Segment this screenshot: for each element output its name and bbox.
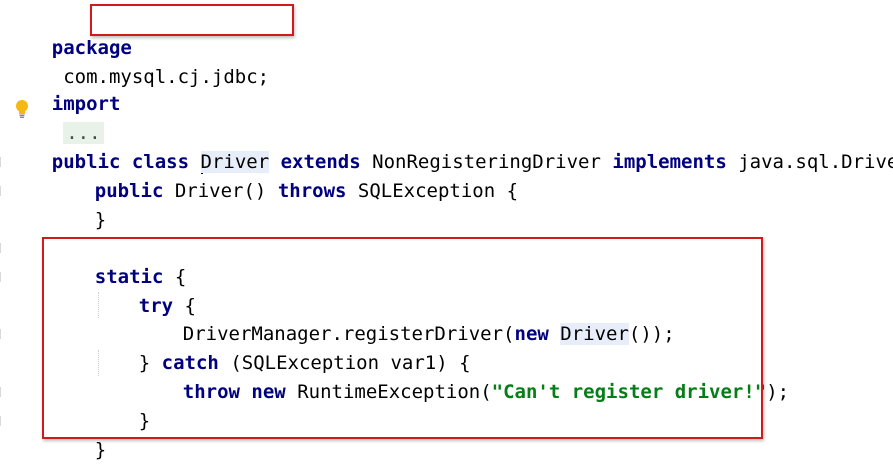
fold-marker[interactable]	[0, 272, 4, 282]
class-close-line[interactable]: }	[6, 436, 63, 469]
fold-marker[interactable]	[0, 157, 4, 167]
indent-guide	[98, 292, 99, 318]
fold-marker[interactable]	[0, 186, 4, 196]
constructor-close-line[interactable]: }	[49, 177, 106, 231]
import-line[interactable]: import ...	[6, 61, 120, 144]
interface-name[interactable]: java.sql.Driver	[738, 151, 893, 173]
static-close-brace: }	[94, 439, 107, 461]
static-block-highlight-box	[42, 237, 763, 439]
code-editor[interactable]: package com.mysql.cj.jdbc; import ... pu…	[0, 0, 893, 469]
import-keyword: import	[51, 93, 121, 115]
constructor-signature[interactable]: Driver()	[175, 180, 267, 202]
fold-marker[interactable]	[0, 387, 4, 397]
fold-marker[interactable]	[0, 329, 4, 339]
fold-marker[interactable]	[0, 416, 4, 426]
package-keyword: package	[51, 37, 132, 59]
throws-keyword: throws	[277, 180, 347, 202]
fold-marker[interactable]	[0, 243, 4, 253]
constructor-close-brace: }	[94, 209, 107, 231]
indent-guide	[98, 350, 99, 376]
class-declaration-line[interactable]: public class Driver extends NonRegisteri…	[6, 119, 893, 174]
constructor-line[interactable]: public Driver() throws SQLException {	[49, 148, 518, 202]
throw-suffix: );	[766, 381, 790, 403]
lightbulb-icon[interactable]	[15, 99, 29, 119]
constructor-open-brace: {	[506, 180, 519, 202]
package-highlight-box	[90, 4, 294, 36]
implements-keyword: implements	[612, 151, 727, 173]
constructor-exception[interactable]: SQLException	[358, 180, 495, 202]
